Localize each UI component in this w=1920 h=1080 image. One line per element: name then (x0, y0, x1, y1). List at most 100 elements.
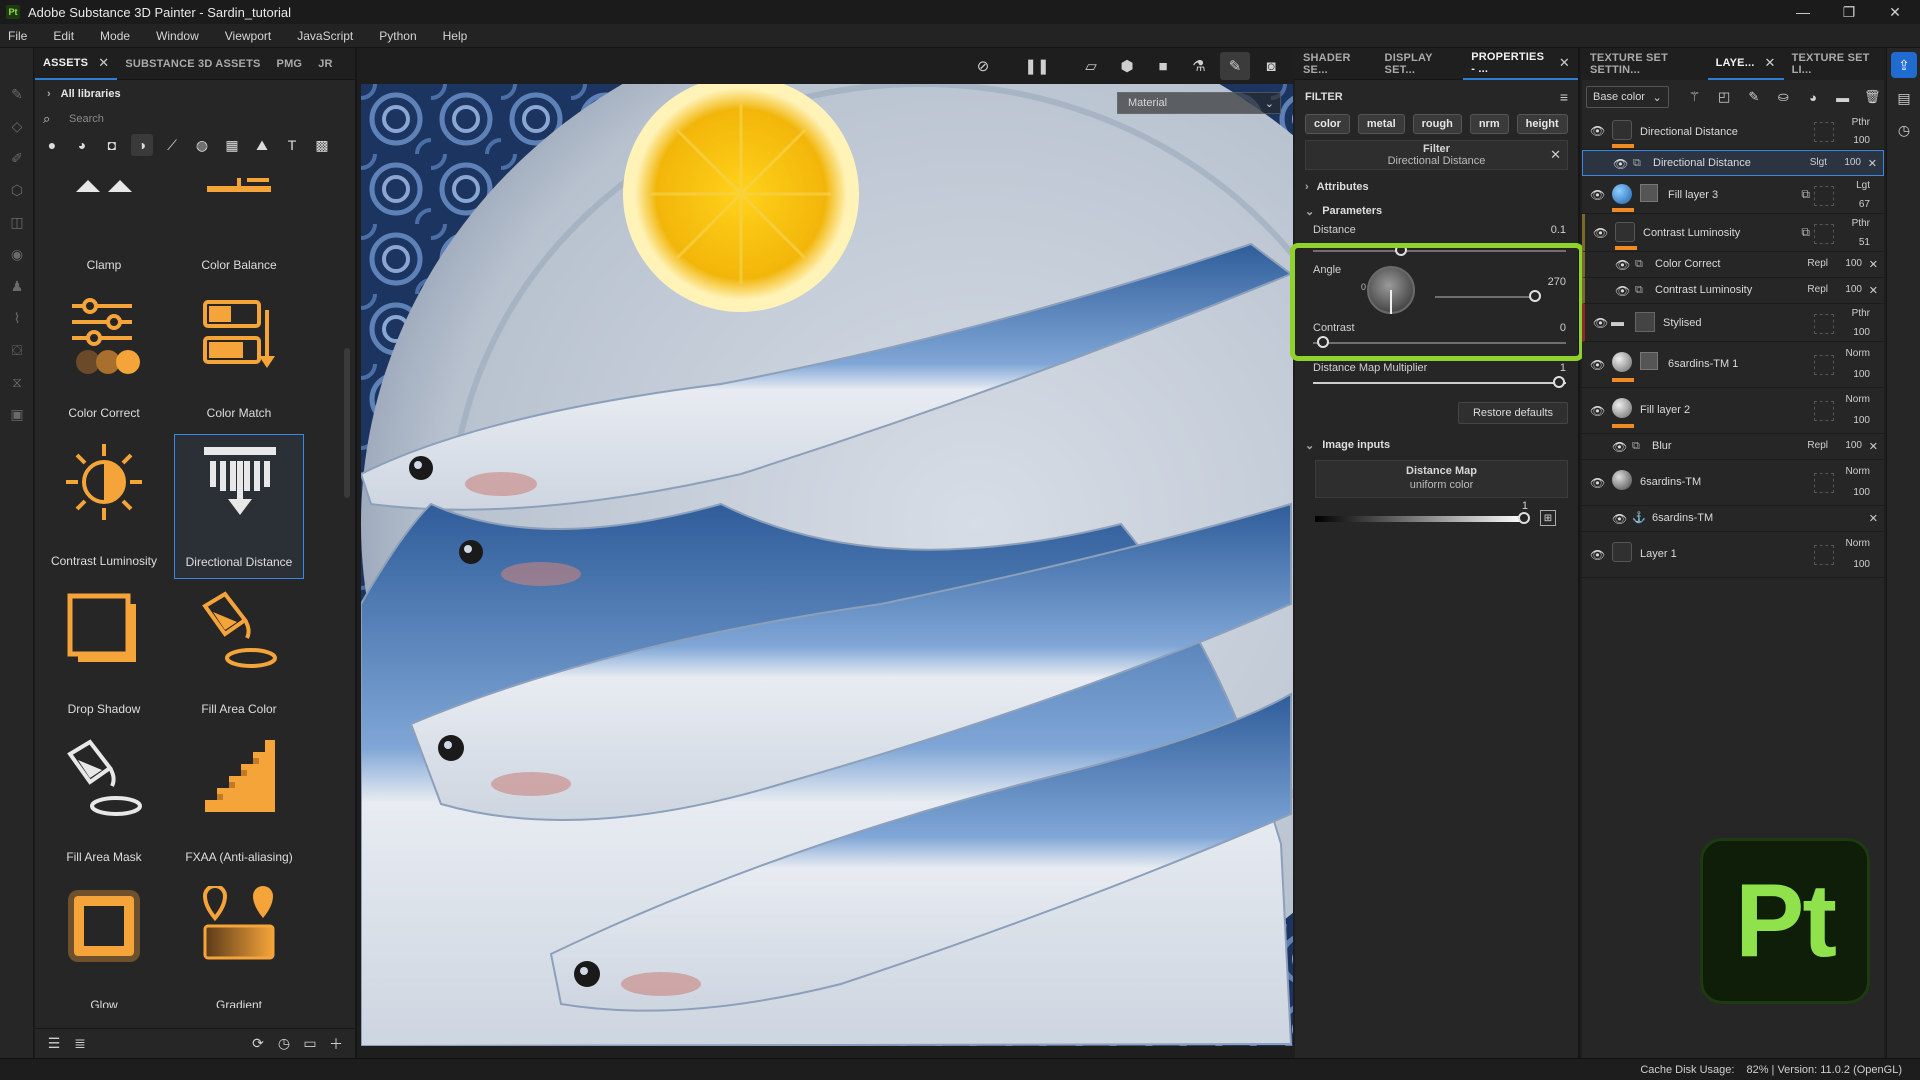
layer-blend-mode[interactable]: Pthr (1852, 117, 1870, 128)
layer-opacity[interactable]: 100 (1853, 559, 1870, 570)
layer-opacity[interactable]: 100 (1845, 284, 1862, 295)
layer-row[interactable]: 👁 ⚓ 6sardins-TM ✕ (1582, 506, 1884, 532)
remove-effect-icon[interactable]: ✕ (1869, 512, 1878, 525)
chip-color[interactable]: color (1305, 114, 1350, 134)
layer-row[interactable]: 👁 Directional Distance Pthr 100 (1582, 114, 1884, 150)
channel-dropdown[interactable]: Base color ⌄ (1586, 86, 1669, 108)
distance-map-multiplier-value[interactable]: 1 (1560, 362, 1566, 374)
layer-mask-slot[interactable] (1814, 314, 1834, 334)
distance-map-input[interactable]: Distance Map uniform color (1315, 460, 1568, 498)
layer-opacity[interactable]: 100 (1853, 327, 1870, 338)
textures-filter-icon[interactable]: ⛰ (251, 134, 273, 156)
layer-blend-mode[interactable]: Norm (1846, 394, 1870, 405)
eraser-tool-icon[interactable]: ◇ (0, 110, 34, 142)
layer-mask-slot[interactable] (1814, 401, 1834, 421)
asset-drop-shadow[interactable]: Drop Shadow (39, 582, 169, 727)
layer-row-folder[interactable]: 👁 ▬ Stylised Pthr 100 (1582, 304, 1884, 342)
assets-search[interactable]: ⌕ Search (35, 108, 355, 130)
visibility-eye-icon[interactable]: 👁 (1615, 258, 1630, 272)
close-tab-icon[interactable]: ✕ (1559, 55, 1570, 71)
materials-filter-icon[interactable]: ● (41, 134, 63, 156)
parameters-section[interactable]: ⌄ Parameters (1295, 200, 1578, 222)
material-picker-icon[interactable]: ♟ (0, 270, 34, 302)
minimize-button[interactable]: — (1780, 0, 1826, 24)
hide-ui-icon[interactable]: ⊘ (968, 52, 998, 80)
add-paint-layer-icon[interactable]: ✎ (1742, 85, 1766, 109)
bake-tool-icon[interactable]: ▣ (0, 398, 34, 430)
multiplier-slider-track[interactable] (1313, 382, 1566, 384)
history-panel-icon[interactable]: ◷ (1887, 114, 1920, 146)
menu-help[interactable]: Help (443, 29, 468, 43)
layer-blend-mode[interactable]: Norm (1846, 538, 1870, 549)
chip-height[interactable]: height (1516, 114, 1568, 134)
screenshot-icon[interactable]: ◙ (1256, 52, 1286, 80)
menu-edit[interactable]: Edit (53, 29, 74, 43)
visibility-eye-icon[interactable]: 👁 (1590, 404, 1605, 418)
layer-mask-slot[interactable] (1814, 186, 1834, 206)
close-tab-icon[interactable]: ✕ (1764, 55, 1775, 71)
clone-tool-icon[interactable]: ◉ (0, 238, 34, 270)
material-dropdown[interactable]: Material ⌄ (1117, 92, 1281, 114)
layer-blend-mode[interactable]: Repl (1807, 284, 1828, 295)
history-icon[interactable]: ◷ (271, 1031, 297, 1057)
layer-row-selected[interactable]: 👁 ⧉ Directional Distance Slgt 100 ✕ (1582, 150, 1884, 176)
layer-opacity[interactable]: 67 (1859, 199, 1870, 210)
visibility-eye-icon[interactable]: 👁 (1590, 188, 1605, 202)
tab-properties[interactable]: PROPERTIES - ... ✕ (1463, 48, 1578, 80)
layer-row[interactable]: 👁 ⧉ Blur Repl 100 ✕ (1582, 434, 1884, 460)
close-tab-icon[interactable]: ✕ (98, 55, 109, 71)
asset-fxaa[interactable]: FXAA (Anti-aliasing) (174, 730, 304, 875)
layer-mask-slot[interactable] (1814, 122, 1834, 142)
layer-mask-slot[interactable] (1814, 473, 1834, 493)
asset-contrast-luminosity[interactable]: Contrast Luminosity (39, 434, 169, 579)
properties-panel-icon[interactable]: ▤ (1887, 82, 1920, 114)
tab-jr[interactable]: JR (310, 48, 340, 80)
attributes-section[interactable]: › Attributes (1295, 176, 1578, 198)
grayscale-slider-track[interactable] (1315, 516, 1524, 522)
restore-defaults-button[interactable]: Restore defaults (1458, 402, 1568, 424)
layer-row[interactable]: 👁 ⧉ Color Correct Repl 100 ✕ (1582, 252, 1884, 278)
add-mask-icon[interactable]: ◰ (1712, 85, 1736, 109)
chip-rough[interactable]: rough (1412, 114, 1462, 134)
asset-color-match[interactable]: Color Match (174, 286, 304, 431)
layer-blend-mode[interactable]: Lgt (1856, 180, 1870, 191)
asset-color-correct[interactable]: Color Correct (39, 286, 169, 431)
menu-viewport[interactable]: Viewport (225, 29, 271, 43)
measure-tool-icon[interactable]: ⧖ (0, 366, 34, 398)
layer-blend-mode[interactable]: Norm (1846, 466, 1870, 477)
asset-directional-distance[interactable]: Directional Distance (174, 434, 304, 579)
visibility-eye-icon[interactable]: 👁 (1590, 476, 1605, 490)
layer-blend-mode[interactable]: Pthr (1852, 308, 1870, 319)
delete-layer-icon[interactable]: 🗑 (1860, 85, 1884, 109)
brushes-filter-icon[interactable]: ⟋ (161, 134, 183, 156)
layer-blend-mode[interactable]: Repl (1807, 440, 1828, 451)
3d-view-icon[interactable]: ⬢ (1112, 52, 1142, 80)
paint-mode-icon[interactable]: ✎ (1220, 52, 1250, 80)
tab-pmg[interactable]: PMG (269, 48, 311, 80)
remove-effect-icon[interactable]: ✕ (1868, 157, 1877, 170)
visibility-eye-icon[interactable]: 👁 (1613, 157, 1628, 171)
pick-color-icon[interactable]: ⊞ (1540, 510, 1556, 526)
visibility-eye-icon[interactable]: 👁 (1593, 226, 1608, 240)
remove-effect-icon[interactable]: ✕ (1869, 440, 1878, 453)
add-effect-icon[interactable]: ⚚ (1683, 85, 1707, 109)
assets-scrollbar[interactable] (344, 348, 350, 498)
remove-effect-icon[interactable]: ✕ (1869, 258, 1878, 271)
menu-mode[interactable]: Mode (100, 29, 130, 43)
layer-opacity[interactable]: 100 (1844, 157, 1861, 168)
geometry-fill-tool-icon[interactable]: ⬡ (0, 174, 34, 206)
search-input[interactable]: Search (69, 113, 104, 125)
visibility-eye-icon[interactable]: 👁 (1590, 358, 1605, 372)
visibility-eye-icon[interactable]: 👁 (1612, 512, 1627, 526)
menu-icon[interactable]: ≡ (1560, 89, 1568, 105)
filters-filter-icon[interactable]: ◑ (131, 134, 153, 156)
menu-window[interactable]: Window (156, 29, 199, 43)
sync-icon[interactable]: ⟳ (245, 1031, 271, 1057)
all-filter-icon[interactable]: ▩ (311, 134, 333, 156)
menu-file[interactable]: File (8, 29, 27, 43)
multiplier-slider-handle[interactable] (1553, 376, 1565, 388)
menu-python[interactable]: Python (379, 29, 416, 43)
layer-blend-mode[interactable]: Norm (1846, 348, 1870, 359)
tools-filter-icon[interactable]: ▦ (221, 134, 243, 156)
layer-row[interactable]: 👁 6sardins-TM Norm 100 (1582, 460, 1884, 506)
